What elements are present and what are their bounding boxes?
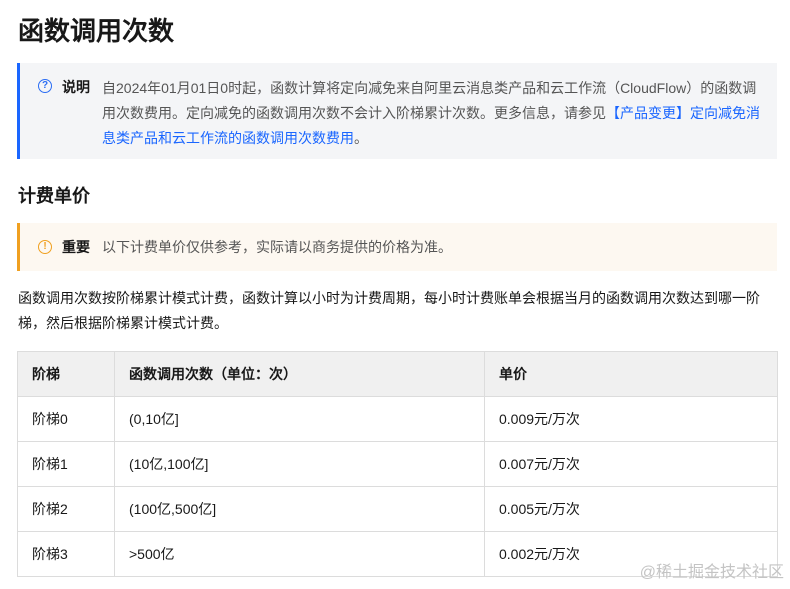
pricing-table: 阶梯 函数调用次数（单位：次） 单价 阶梯0 (0,10亿] 0.009元/万次… [17, 351, 778, 577]
tier-cell: 阶梯0 [17, 396, 115, 442]
table-header-row: 阶梯 函数调用次数（单位：次） 单价 [17, 351, 778, 397]
watermark: @稀土掘金技术社区 [639, 564, 784, 581]
column-header-unit-price: 单价 [484, 351, 778, 397]
table-row: 阶梯1 (10亿,100亿] 0.007元/万次 [17, 441, 778, 487]
invocations-cell: (0,10亿] [114, 396, 485, 442]
note-label: 说明 [62, 79, 90, 95]
important-label: 重要 [62, 239, 90, 255]
note-text: 自2024年01月01日0时起，函数计算将定向减免来自阿里云消息类产品和云工作流… [102, 76, 762, 151]
tier-cell: 阶梯1 [17, 441, 115, 487]
exclamation-circle-icon: ! [38, 240, 52, 254]
note-end: 。 [354, 130, 368, 146]
column-header-tier: 阶梯 [17, 351, 115, 397]
unit-price-cell: 0.007元/万次 [484, 441, 778, 487]
table-row: 阶梯0 (0,10亿] 0.009元/万次 [17, 396, 778, 442]
table-row: 阶梯2 (100亿,500亿] 0.005元/万次 [17, 486, 778, 532]
invocations-cell: (100亿,500亿] [114, 486, 485, 532]
tier-cell: 阶梯2 [17, 486, 115, 532]
section-title: 计费单价 [18, 186, 90, 206]
important-callout: ! 重要 以下计费单价仅供参考，实际请以商务提供的价格为准。 [17, 223, 777, 271]
question-circle-icon: ? [38, 79, 52, 93]
column-header-invocations: 函数调用次数（单位：次） [114, 351, 485, 397]
note-callout: ? 说明 自2024年01月01日0时起，函数计算将定向减免来自阿里云消息类产品… [17, 63, 777, 159]
unit-price-cell: 0.005元/万次 [484, 486, 778, 532]
page-title: 函数调用次数 [18, 16, 175, 46]
important-text: 以下计费单价仅供参考，实际请以商务提供的价格为准。 [102, 239, 452, 255]
billing-description: 函数调用次数按阶梯累计模式计费，函数计算以小时为计费周期，每小时计费账单会根据当… [18, 290, 760, 331]
invocations-cell: >500亿 [114, 531, 485, 577]
tier-cell: 阶梯3 [17, 531, 115, 577]
unit-price-cell: 0.009元/万次 [484, 396, 778, 442]
invocations-cell: (10亿,100亿] [114, 441, 485, 487]
